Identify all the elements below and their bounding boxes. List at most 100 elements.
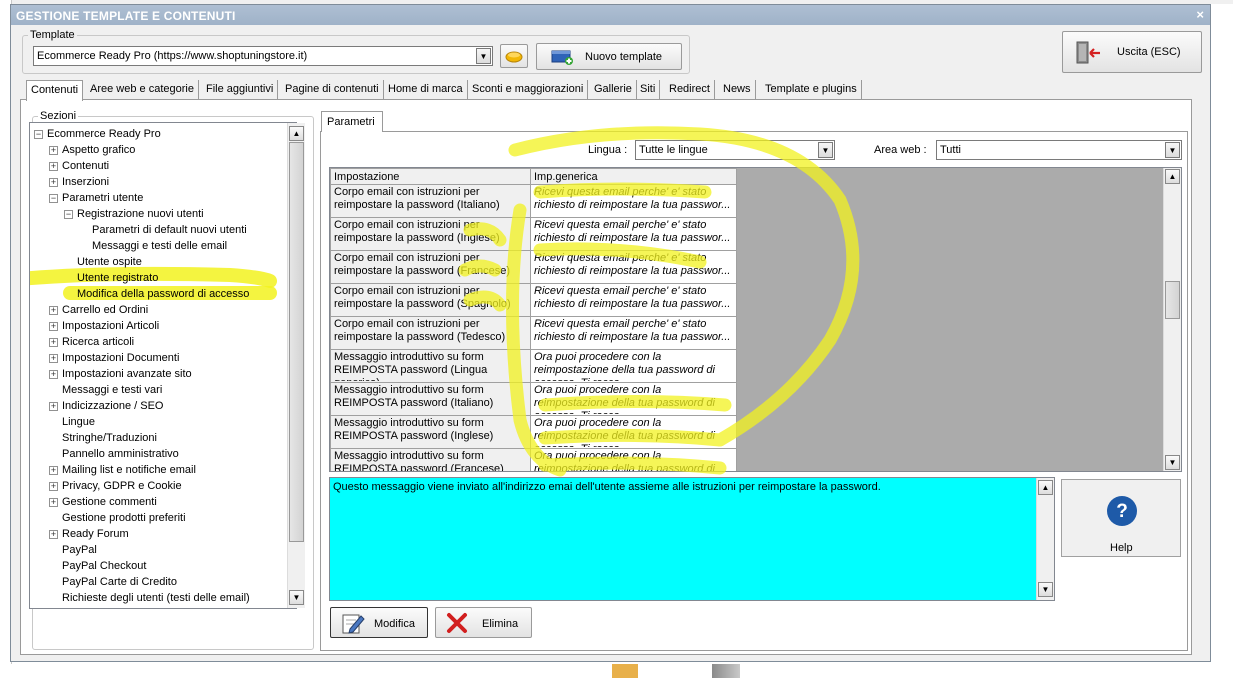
- setting-value-cell[interactable]: Ricevi questa email perche' e' stato ric…: [530, 283, 737, 317]
- expand-icon[interactable]: +: [49, 305, 58, 315]
- setting-name-cell[interactable]: Corpo email con istruzioni per reimposta…: [330, 283, 531, 317]
- setting-value-cell[interactable]: Ora puoi procedere con la reimpostazione…: [530, 349, 737, 383]
- tree-item[interactable]: + Impostazioni avanzate sito: [49, 367, 192, 383]
- scroll-down-icon[interactable]: ▼: [1165, 455, 1180, 470]
- chevron-down-icon[interactable]: ▼: [476, 48, 491, 64]
- table-row[interactable]: Messaggio introduttivo su form REIMPOSTA…: [330, 382, 737, 416]
- table-row[interactable]: Messaggio introduttivo su form REIMPOSTA…: [330, 349, 737, 383]
- edit-template-button[interactable]: [500, 44, 528, 68]
- table-row[interactable]: Corpo email con istruzioni per reimposta…: [330, 316, 737, 350]
- table-row[interactable]: Corpo email con istruzioni per reimposta…: [330, 217, 737, 251]
- help-button[interactable]: ? Help: [1061, 479, 1181, 557]
- tab-siti[interactable]: Siti: [636, 80, 661, 100]
- tree-item[interactable]: − Ecommerce Ready Pro: [34, 127, 161, 143]
- tree-item[interactable]: Pannello amministrativo: [49, 447, 179, 463]
- tree-item[interactable]: Richieste degli utenti (testi delle emai…: [49, 591, 250, 607]
- tree-item[interactable]: + Ready Forum: [49, 527, 129, 543]
- table-row[interactable]: Corpo email con istruzioni per reimposta…: [330, 283, 737, 317]
- table-row[interactable]: Corpo email con istruzioni per reimposta…: [330, 184, 737, 218]
- tree-item[interactable]: PayPal Carte di Credito: [49, 575, 177, 591]
- tree-scrollbar[interactable]: ▲ ▼: [287, 123, 305, 608]
- tree-item[interactable]: + Impostazioni Documenti: [49, 351, 179, 367]
- tree-item[interactable]: PayPal Checkout: [49, 559, 146, 575]
- tab-file-aggiuntivi[interactable]: File aggiuntivi: [202, 80, 279, 100]
- tab-redirect[interactable]: Redirect: [665, 80, 715, 100]
- column-header-impostazione[interactable]: Impostazione: [330, 168, 531, 185]
- setting-name-cell[interactable]: Messaggio introduttivo su form REIMPOSTA…: [330, 349, 531, 383]
- tree-item[interactable]: − Parametri utente: [49, 191, 143, 207]
- collapse-icon[interactable]: −: [34, 129, 43, 139]
- setting-name-cell[interactable]: Messaggio introduttivo su form REIMPOSTA…: [330, 448, 531, 471]
- modifica-button[interactable]: Modifica: [330, 607, 428, 638]
- collapse-icon[interactable]: −: [49, 193, 58, 203]
- tree-item[interactable]: Messaggi e testi vari: [49, 383, 162, 399]
- tree-item[interactable]: Parametri di default nuovi utenti: [79, 223, 247, 239]
- expand-icon[interactable]: +: [49, 177, 58, 187]
- tree-item[interactable]: + Inserzioni: [49, 175, 109, 191]
- tree-item[interactable]: Messaggi e testi delle email: [79, 239, 227, 255]
- setting-name-cell[interactable]: Messaggio introduttivo su form REIMPOSTA…: [330, 415, 531, 449]
- expand-icon[interactable]: +: [49, 369, 58, 379]
- scroll-down-icon[interactable]: ▼: [1038, 582, 1053, 597]
- tree-item[interactable]: + Carrello ed Ordini: [49, 303, 148, 319]
- table-row[interactable]: Messaggio introduttivo su form REIMPOSTA…: [330, 448, 737, 471]
- tree-item[interactable]: Lingue: [49, 415, 95, 431]
- tree-item[interactable]: + Indicizzazione / SEO: [49, 399, 164, 415]
- template-select[interactable]: Ecommerce Ready Pro (https://www.shoptun…: [33, 46, 493, 66]
- setting-value-cell[interactable]: Ricevi questa email perche' e' stato ric…: [530, 217, 737, 251]
- setting-name-cell[interactable]: Corpo email con istruzioni per reimposta…: [330, 217, 531, 251]
- expand-icon[interactable]: +: [49, 161, 58, 171]
- tree-scroll-thumb[interactable]: [289, 142, 304, 542]
- setting-name-cell[interactable]: Messaggio introduttivo su form REIMPOSTA…: [330, 382, 531, 416]
- tree-item[interactable]: + Gestione commenti: [49, 495, 157, 511]
- setting-name-cell[interactable]: Corpo email con istruzioni per reimposta…: [330, 316, 531, 350]
- setting-value-cell[interactable]: Ora puoi procedere con la reimpostazione…: [530, 448, 737, 471]
- table-row[interactable]: Corpo email con istruzioni per reimposta…: [330, 250, 737, 284]
- expand-icon[interactable]: +: [49, 321, 58, 331]
- scroll-up-icon[interactable]: ▲: [1038, 480, 1053, 495]
- setting-value-cell[interactable]: Ora puoi procedere con la reimpostazione…: [530, 415, 737, 449]
- scroll-up-icon[interactable]: ▲: [289, 126, 304, 141]
- tree-item[interactable]: + Impostazioni Articoli: [49, 319, 159, 335]
- tree-item[interactable]: + Contenuti: [49, 159, 109, 175]
- tree-item[interactable]: + Aspetto grafico: [49, 143, 135, 159]
- expand-icon[interactable]: +: [49, 481, 58, 491]
- setting-value-cell[interactable]: Ricevi questa email perche' e' stato ric…: [530, 184, 737, 218]
- tab-template-plugins[interactable]: Template e plugins: [761, 80, 862, 100]
- expand-icon[interactable]: +: [49, 497, 58, 507]
- expand-icon[interactable]: +: [49, 145, 58, 155]
- chevron-down-icon[interactable]: ▼: [1165, 142, 1180, 158]
- lingua-select[interactable]: Tutte le lingue ▼: [635, 140, 835, 160]
- description-memo[interactable]: Questo messaggio viene inviato all'indir…: [329, 477, 1055, 601]
- tab-gallerie[interactable]: Gallerie: [590, 80, 637, 100]
- tab-home-marca[interactable]: Home di marca: [384, 80, 468, 100]
- expand-icon[interactable]: +: [49, 529, 58, 539]
- setting-value-cell[interactable]: Ricevi questa email perche' e' stato ric…: [530, 316, 737, 350]
- tree-item[interactable]: + Privacy, GDPR e Cookie: [49, 479, 182, 495]
- tree-item[interactable]: PayPal: [49, 543, 97, 559]
- sections-tree[interactable]: − Ecommerce Ready Pro + Aspetto grafico + Con…: [29, 122, 297, 609]
- area-web-select[interactable]: Tutti ▼: [936, 140, 1182, 160]
- setting-name-cell[interactable]: Corpo email con istruzioni per reimposta…: [330, 184, 531, 218]
- setting-value-cell[interactable]: Ricevi questa email perche' e' stato ric…: [530, 250, 737, 284]
- tree-item[interactable]: Utente ospite: [64, 255, 142, 271]
- tree-item[interactable]: Utente registrato: [64, 271, 158, 287]
- grid-scrollbar[interactable]: ▲ ▼: [1163, 168, 1181, 471]
- scroll-up-icon[interactable]: ▲: [1165, 169, 1180, 184]
- grid-scroll-thumb[interactable]: [1165, 281, 1180, 319]
- new-template-button[interactable]: Nuovo template: [536, 43, 682, 70]
- tree-item[interactable]: Gestione prodotti preferiti: [49, 511, 186, 527]
- expand-icon[interactable]: +: [49, 353, 58, 363]
- column-header-imp-generica[interactable]: Imp.generica: [530, 168, 737, 185]
- tab-parametri[interactable]: Parametri: [321, 111, 383, 132]
- expand-icon[interactable]: +: [49, 337, 58, 347]
- tab-contenuti[interactable]: Contenuti: [26, 80, 84, 101]
- collapse-icon[interactable]: −: [64, 209, 73, 219]
- setting-name-cell[interactable]: Corpo email con istruzioni per reimposta…: [330, 250, 531, 284]
- tree-item[interactable]: Stringhe/Traduzioni: [49, 431, 157, 447]
- tree-item[interactable]: + Mailing list e notifiche email: [49, 463, 196, 479]
- chevron-down-icon[interactable]: ▼: [818, 142, 833, 158]
- tree-item[interactable]: − Registrazione nuovi utenti: [64, 207, 204, 223]
- table-row[interactable]: Messaggio introduttivo su form REIMPOSTA…: [330, 415, 737, 449]
- tab-sconti[interactable]: Sconti e maggiorazioni: [468, 80, 589, 100]
